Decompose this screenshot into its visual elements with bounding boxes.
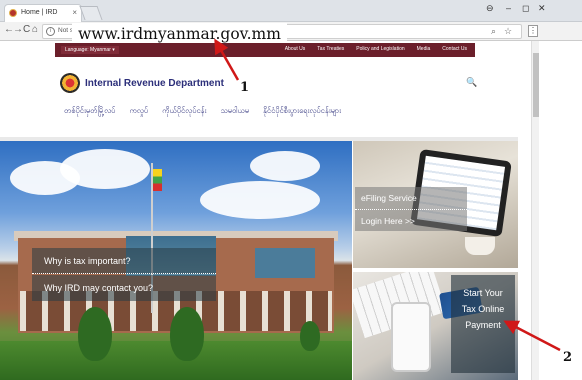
favicon-icon (9, 9, 17, 17)
browser-tab[interactable]: Home | IRD × (4, 4, 82, 22)
cloud (60, 149, 150, 189)
minimize-button[interactable]: – (506, 3, 511, 13)
forward-button[interactable]: → (13, 24, 23, 35)
cloud (250, 151, 320, 181)
mainnav-item-3[interactable]: ကိုယ်ပိုင်လုပ်ငန်း (162, 106, 206, 117)
search-icon[interactable]: ⌕ (491, 26, 496, 37)
payment-line-3: Payment (465, 320, 501, 330)
efiling-service-label: eFiling Service (355, 187, 467, 209)
site-topbar: Language: Myanmar ▾ About Us Tax Treatie… (55, 43, 475, 57)
topnav-about[interactable]: About Us (285, 46, 306, 52)
language-select[interactable]: Language: Myanmar ▾ (61, 46, 119, 54)
scrollbar-thumb[interactable] (533, 53, 539, 117)
site-search-icon[interactable]: 🔍 (466, 77, 477, 88)
why-tax-important-link[interactable]: Why is tax important? (32, 248, 216, 274)
site-title[interactable]: Internal Revenue Department (85, 78, 224, 89)
mainnav-item-4[interactable]: သမဝါယမ (220, 106, 249, 117)
topnav-tax-treaties[interactable]: Tax Treaties (317, 46, 344, 52)
why-ird-contact-link[interactable]: Why IRD may contact you? (32, 275, 216, 301)
topnav-media[interactable]: Media (417, 46, 431, 52)
bookmark-star-icon[interactable]: ☆ (504, 26, 512, 37)
mainnav-item-5[interactable]: နိုင်ငံပိုင်စီးပွားရေးလုပ်ငန်းများ (263, 106, 341, 117)
maximize-button[interactable]: ◻ (522, 3, 529, 14)
topnav-contact[interactable]: Contact Us (442, 46, 467, 52)
page-scrollbar[interactable] (531, 41, 539, 380)
cloud (200, 181, 320, 219)
account-icon[interactable]: ⊖ (486, 3, 494, 14)
tab-title: Home | IRD (21, 9, 58, 16)
home-button[interactable]: ⌂ (32, 24, 38, 35)
tree (300, 321, 320, 351)
close-window-button[interactable]: ✕ (538, 3, 546, 14)
efiling-panel[interactable]: eFiling Service Login Here >> (353, 141, 518, 268)
payment-line-1: Start Your (463, 288, 503, 298)
phone-image (391, 302, 431, 372)
callout-number-1: 1 (240, 80, 250, 95)
topnav-policy[interactable]: Policy and Legislation (356, 46, 404, 52)
tab-close-icon[interactable]: × (72, 5, 77, 21)
coffee-cup (465, 237, 495, 255)
mainnav-item-2[interactable]: ကလှုပ် (129, 106, 148, 117)
top-nav: About Us Tax Treaties Policy and Legisla… (285, 46, 467, 52)
online-payment-link[interactable]: Start Your Tax Online Payment (451, 275, 515, 373)
building-glass (255, 248, 315, 278)
online-payment-panel[interactable]: Start Your Tax Online Payment (353, 272, 518, 380)
payment-line-2: Tax Online (461, 304, 505, 314)
tree (170, 307, 204, 361)
myanmar-flag (153, 169, 162, 191)
info-icon[interactable]: i (46, 27, 55, 36)
hero-banner: Why is tax important? Why IRD may contac… (0, 141, 352, 380)
callout-number-2: 2 (563, 350, 573, 365)
main-nav: တစ်ပိုင်းမှတ်မြို့လပ် ကလှုပ် ကိုယ်ပိုင်လ… (64, 106, 341, 117)
new-tab-button[interactable] (79, 6, 103, 20)
tree (78, 307, 112, 361)
mainnav-item-1[interactable]: တစ်ပိုင်းမှတ်မြို့လပ် (64, 106, 115, 117)
browser-titlebar: Home | IRD × ⊖ – ◻ ✕ (0, 0, 582, 22)
reload-button[interactable]: C (23, 24, 30, 35)
ird-logo[interactable] (60, 73, 80, 93)
efiling-login-link[interactable]: Login Here >> (355, 209, 467, 231)
browser-menu-button[interactable]: ⋮ (528, 25, 538, 37)
